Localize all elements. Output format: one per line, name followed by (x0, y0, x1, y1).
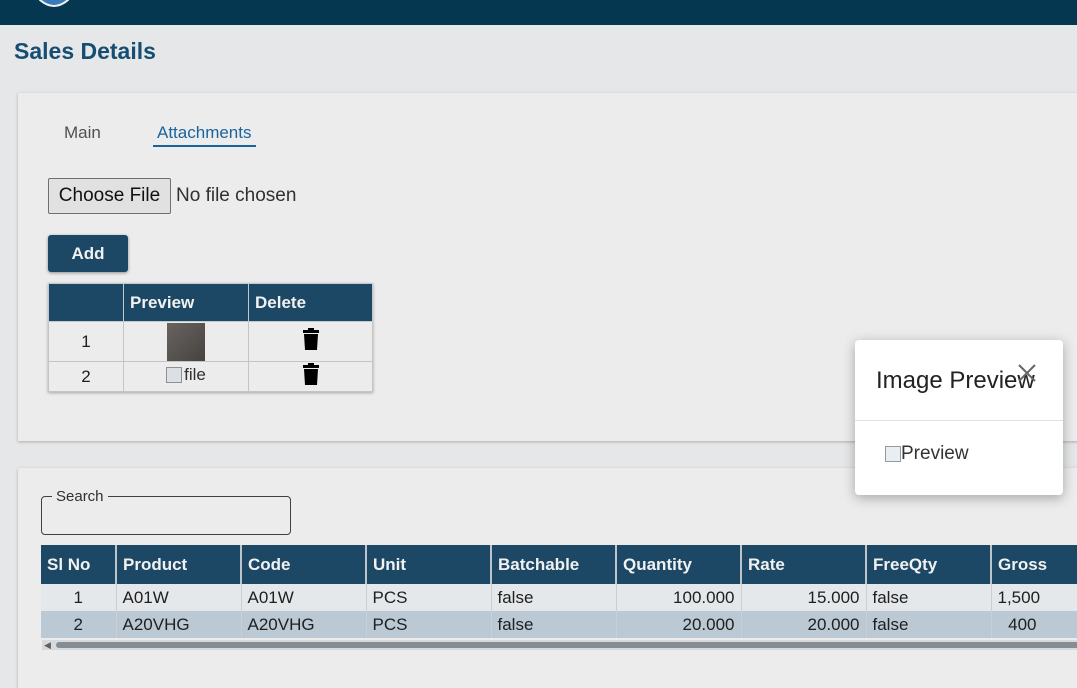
broken-image-icon (885, 446, 901, 462)
preview-alt-text: Preview (901, 443, 969, 464)
modal-title: Image Preview (876, 367, 1035, 394)
modal-divider (855, 420, 1063, 421)
close-icon[interactable] (1015, 361, 1039, 385)
image-preview-modal: Image Preview Preview (855, 340, 1063, 495)
preview-image: Preview (885, 443, 969, 465)
